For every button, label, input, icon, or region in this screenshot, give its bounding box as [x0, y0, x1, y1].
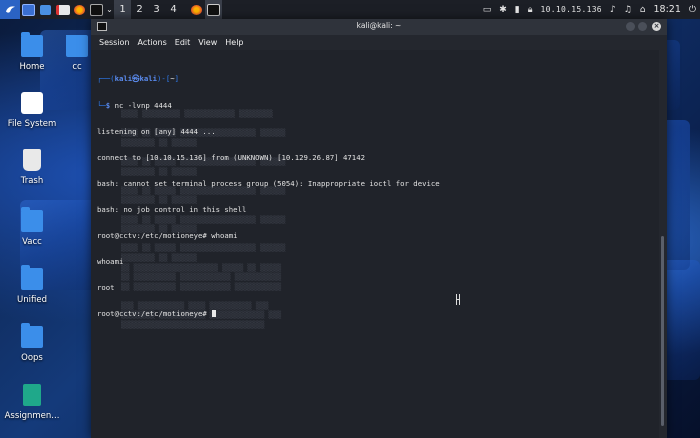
output-line: whoami [97, 257, 124, 267]
menu-bar: Session Actions Edit View Help [91, 35, 667, 50]
desktop-icon-oops[interactable]: Oops [1, 323, 63, 363]
terminal-window[interactable]: kali@kali: ~ × Session Actions Edit View… [91, 19, 667, 438]
desktop-icon-label: Trash [20, 176, 44, 186]
desktop-icon [22, 3, 35, 16]
firefox-launcher[interactable] [71, 0, 88, 19]
prompt-line-1: ┌──(kali㉿kali)-[~] [97, 74, 180, 84]
menu-view[interactable]: View [198, 38, 217, 47]
menu-edit[interactable]: Edit [175, 38, 191, 47]
maximize-button[interactable] [638, 22, 647, 31]
output-line: bash: no job control in this shell [97, 204, 247, 214]
desktop-icon-label: Home [19, 62, 45, 72]
desktop-icon-label: Oops [21, 353, 43, 363]
menu-help[interactable]: Help [225, 38, 243, 47]
mouse-ibeam-cursor [456, 294, 460, 305]
prompt-line-2: └─$ nc -lvnp 4444 [97, 100, 172, 110]
vpn-lock-icon[interactable]: 🔒︎ [524, 0, 537, 19]
system-tray: ▭ ✱ ▮ 🔒︎ 10.10.15.136 ♪ ♫ ⌂ 18:21 ⏻ [479, 0, 700, 19]
notification-bell-icon[interactable]: ♫ [620, 0, 636, 19]
desktop-icon-label: File System [7, 119, 57, 129]
firefox-icon [74, 4, 85, 15]
home-folder-icon [21, 32, 43, 57]
power-icon[interactable]: ⏻ [685, 0, 700, 19]
folder-icon [21, 265, 43, 290]
window-title: kali@kali: ~ [356, 21, 402, 30]
terminal-scrollbar[interactable] [659, 50, 667, 438]
text-editor-launcher[interactable] [54, 0, 71, 19]
folder-icon [40, 4, 51, 15]
file-manager-launcher[interactable] [37, 0, 54, 19]
folder-icon [21, 323, 43, 348]
drive-icon [21, 92, 43, 114]
text-cursor [212, 310, 217, 318]
taskbar-terminal-window[interactable] [205, 0, 222, 19]
desktop-icon-home[interactable]: Home [1, 32, 63, 72]
workspace-1[interactable]: 1 [114, 0, 131, 19]
terminal-icon [207, 3, 220, 16]
desktop-icon-file-system[interactable]: File System [1, 92, 63, 129]
desktop-icon-label: cc [72, 62, 82, 72]
workspace-3[interactable]: 3 [148, 0, 165, 19]
vpn-ip-address: 10.10.15.136 [540, 5, 602, 14]
output-line: connect to [10.10.15.136] from (UNKNOWN)… [97, 152, 365, 162]
show-desktop-button[interactable] [20, 0, 37, 19]
terminal-output: ┌──(kali㉿kali)-[~] └─$ nc -lvnp 4444 lis… [97, 58, 440, 336]
terminal-icon [90, 3, 103, 16]
kali-logo-icon [5, 6, 15, 13]
desktop-icon-assignment[interactable]: Assignmen... [1, 384, 63, 421]
firefox-icon [191, 4, 202, 15]
current-prompt: root@cctv:/etc/motioneye# [97, 309, 212, 319]
desktop-icon-label: Assignmen... [4, 411, 60, 421]
desktop-icon-label: Vacc [22, 237, 42, 247]
folder-icon [66, 35, 88, 57]
current-prompt-line[interactable]: root@cctv:/etc/motioneye# [97, 309, 440, 319]
close-button[interactable]: × [652, 22, 661, 31]
output-line: listening on [any] 4444 ... [97, 126, 216, 136]
workspace-2[interactable]: 2 [131, 0, 148, 19]
minimize-button[interactable] [626, 22, 635, 31]
folder-icon [21, 207, 43, 232]
workspace-4[interactable]: 4 [165, 0, 182, 19]
menu-actions[interactable]: Actions [138, 38, 167, 47]
lock-screen-icon[interactable]: ⌂ [636, 0, 650, 19]
top-panel: ⌄ 1 2 3 4 ▭ ✱ ▮ 🔒︎ 10.10.15.136 ♪ ♫ ⌂ 18… [0, 0, 700, 19]
output-line: root@cctv:/etc/motioneye# whoami [97, 230, 238, 240]
scrollbar-thumb[interactable] [661, 236, 664, 426]
battery-icon[interactable]: ▮ [511, 0, 524, 19]
terminal-dropdown-chevron-icon[interactable]: ⌄ [105, 0, 114, 19]
text-editor-icon [55, 4, 70, 15]
output-line: root [97, 283, 115, 293]
desktop-icon-unified[interactable]: Unified [1, 265, 63, 305]
terminal-launcher[interactable] [88, 0, 105, 19]
desktop-icon-vacc[interactable]: Vacc [1, 207, 63, 247]
desktop-icon-label: Unified [17, 295, 47, 305]
bug-icon[interactable]: ✱ [495, 0, 511, 19]
desktop-icon-partial[interactable]: cc [62, 35, 92, 72]
display-icon[interactable]: ▭ [479, 0, 496, 19]
terminal-screen[interactable]: ▒▒▒▒ ▒▒▒▒▒▒▒▒▒ ▒▒▒▒▒▒▒▒▒▒▒▒ ▒▒▒▒▒▒▒▒ ▒▒▒… [91, 50, 659, 438]
taskbar-firefox-window[interactable] [188, 0, 205, 19]
archive-icon [23, 384, 41, 406]
output-line: bash: cannot set terminal process group … [97, 178, 440, 188]
desktop-icon-trash[interactable]: Trash [1, 149, 63, 186]
volume-icon[interactable]: ♪ [606, 0, 620, 19]
menu-session[interactable]: Session [99, 38, 130, 47]
trash-icon [23, 149, 41, 171]
kali-menu-button[interactable] [0, 0, 20, 19]
window-titlebar[interactable]: kali@kali: ~ × [91, 19, 667, 35]
clock[interactable]: 18:21 [649, 0, 684, 19]
